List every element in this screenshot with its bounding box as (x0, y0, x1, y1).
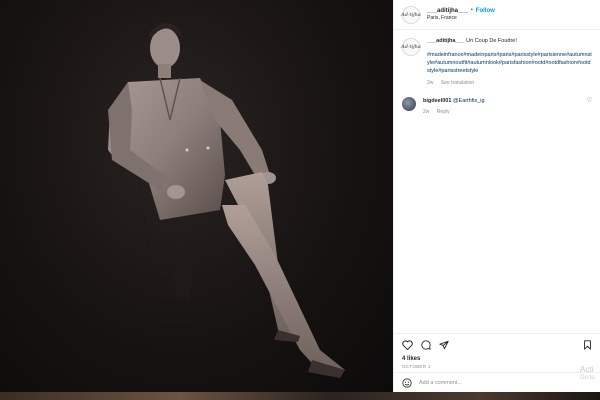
post-actions: 4 likes October 1 (394, 333, 600, 369)
caption-hashtags[interactable]: #madeinfrance#madeinparis#paris#parissty… (427, 52, 592, 76)
comments-section: Ad·tijha ___aditijha___ Un Coup De Foudr… (394, 30, 600, 117)
add-comment-input[interactable]: Add a comment... (419, 380, 462, 386)
caption-line: ___aditijha___ Un Coup De Foudre! (427, 38, 592, 46)
separator-dot: • (471, 7, 473, 14)
background-strip (0, 392, 600, 400)
caption-avatar-logo-text: Ad·tijha (401, 44, 421, 50)
follow-button[interactable]: Follow (476, 8, 495, 15)
emoji-icon[interactable] (402, 377, 412, 388)
avatar-logo-text: Ad·tijha (401, 11, 421, 18)
share-icon[interactable] (439, 340, 449, 350)
caption-username[interactable]: ___aditijha___ (427, 38, 465, 44)
watermark-line2: Go to (580, 374, 595, 381)
caption-body: ___aditijha___ Un Coup De Foudre! #madei… (427, 38, 592, 87)
comment-icon[interactable] (421, 340, 431, 350)
comment-body: bigdeel001 @Earthfix_ig 2w Reply (423, 97, 592, 117)
add-comment-bar: Add a comment... (394, 372, 600, 392)
action-icons (402, 338, 592, 352)
post-side-panel: Ad·tijha ___aditijha___ • Follow Paris, … (393, 0, 600, 392)
comment-like-icon[interactable]: ♡ (587, 97, 592, 104)
post-photo-figure (108, 22, 345, 378)
watermark-line1: Acti (580, 365, 594, 374)
likes-count[interactable]: 4 likes (402, 356, 592, 362)
comment-item: bigdeel001 @Earthfix_ig 2w Reply ♡ (402, 97, 592, 117)
post-header: Ad·tijha ___aditijha___ • Follow Paris, … (394, 0, 600, 30)
reply-button[interactable]: Reply (437, 109, 450, 115)
post-image[interactable] (0, 0, 393, 400)
caption-meta: 2w See translation (427, 80, 592, 87)
commenter-username[interactable]: bigdeel001 (423, 98, 451, 104)
caption-text: Un Coup De Foudre! (466, 38, 517, 44)
header-line: ___aditijha___ • Follow (427, 7, 495, 15)
caption-row: Ad·tijha ___aditijha___ Un Coup De Foudr… (401, 38, 592, 87)
comment-meta: 2w Reply (423, 109, 592, 117)
caption-avatar[interactable]: Ad·tijha (401, 38, 421, 56)
heart-icon[interactable] (402, 340, 413, 350)
activate-windows-watermark: Acti Go to (580, 365, 595, 381)
commenter-avatar[interactable] (402, 97, 416, 112)
header-text: ___aditijha___ • Follow Paris, France (427, 7, 495, 22)
bookmark-icon[interactable] (583, 340, 592, 350)
caption-age: 2w (427, 79, 434, 86)
comment-line: bigdeel001 @Earthfix_ig (423, 97, 592, 105)
post-location[interactable]: Paris, France (427, 15, 495, 22)
comment-age: 2w (423, 109, 430, 116)
comment-mention[interactable]: @Earthfix_ig (453, 98, 485, 104)
post-date: October 1 (402, 364, 431, 369)
author-avatar[interactable]: Ad·tijha (401, 5, 421, 24)
see-translation-button[interactable]: See translation (441, 80, 474, 86)
author-username[interactable]: ___aditijha___ (427, 8, 468, 15)
